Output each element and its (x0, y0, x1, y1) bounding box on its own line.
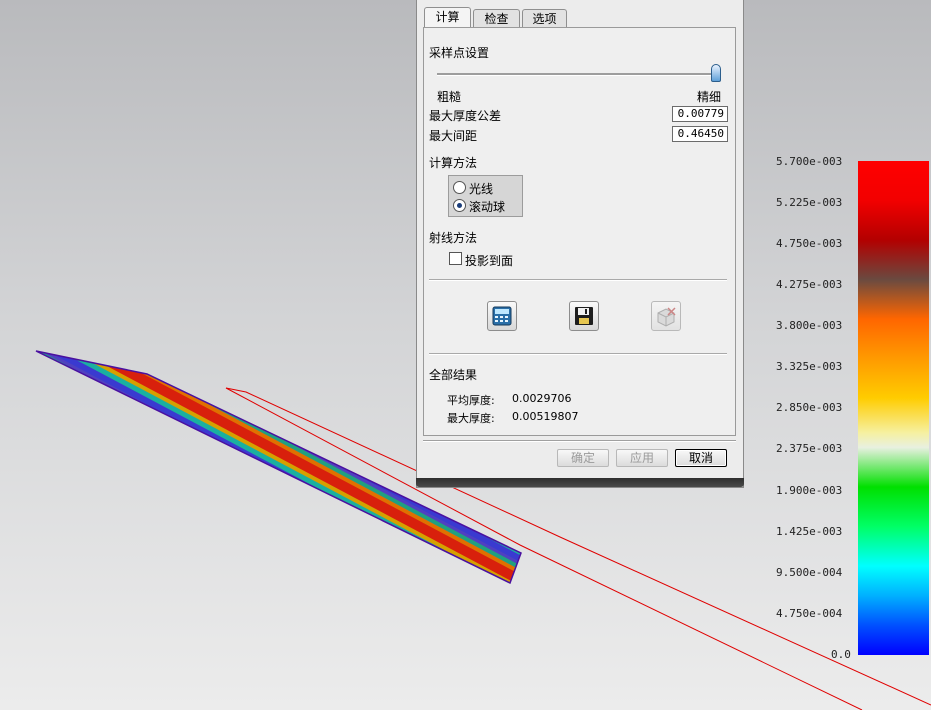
legend-label: 3.325e-003 (776, 360, 843, 373)
results-section-title: 全部结果 (429, 368, 478, 382)
delete-results-button[interactable] (651, 301, 681, 331)
tab-calculate[interactable]: 计算 (424, 7, 471, 28)
fine-label: 精细 (697, 90, 722, 104)
radio-rolling-ball[interactable] (453, 199, 466, 212)
sampling-slider[interactable] (437, 73, 717, 76)
legend-label: 1.425e-003 (776, 525, 843, 538)
max-spacing-label: 最大间距 (429, 129, 478, 143)
divider (429, 353, 727, 355)
calculator-icon (492, 306, 512, 326)
project-to-face-label[interactable]: 投影到面 (465, 252, 513, 269)
radio-rolling-ball-label[interactable]: 滚动球 (469, 198, 505, 215)
dialog-bottom-edge (416, 478, 744, 487)
legend-label: 1.900e-003 (776, 484, 843, 497)
legend-label: 0.0 (831, 648, 851, 661)
average-thickness-value: 0.0029706 (512, 392, 572, 405)
legend-label: 2.375e-003 (776, 442, 843, 455)
divider (429, 279, 727, 281)
tab-check[interactable]: 检查 (473, 9, 520, 28)
radio-ray[interactable] (453, 181, 466, 194)
save-button[interactable] (569, 301, 599, 331)
legend-label: 3.800e-003 (776, 319, 843, 332)
legend-label: 4.750e-004 (776, 607, 843, 620)
average-thickness-label: 平均厚度: (447, 394, 495, 407)
sampling-slider-handle[interactable] (711, 64, 721, 82)
tab-options[interactable]: 选项 (522, 9, 567, 28)
calculate-button[interactable] (487, 301, 517, 331)
cancel-button[interactable]: 取消 (675, 449, 727, 467)
legend-label: 9.500e-004 (776, 566, 843, 579)
delete-icon (657, 307, 676, 327)
ok-button[interactable]: 确定 (557, 449, 609, 467)
legend-label: 5.225e-003 (776, 196, 843, 209)
legend-label: 4.750e-003 (776, 237, 843, 250)
save-icon (575, 307, 593, 325)
legend-color-bar (858, 161, 929, 655)
max-spacing-field[interactable]: 0.46450 (672, 126, 728, 142)
max-thickness-tolerance-label: 最大厚度公差 (429, 109, 502, 123)
calculate-panel: 采样点设置 粗糙 精细 最大厚度公差 0.00779 最大间距 0.46450 … (423, 27, 736, 436)
legend-label: 5.700e-003 (776, 155, 843, 168)
legend-label: 2.850e-003 (776, 401, 843, 414)
radio-ray-label[interactable]: 光线 (469, 180, 493, 197)
method-radio-group: 光线 滚动球 (448, 175, 523, 217)
max-thickness-value: 0.00519807 (512, 410, 579, 423)
apply-button[interactable]: 应用 (616, 449, 668, 467)
legend-label: 4.275e-003 (776, 278, 843, 291)
ray-section-title: 射线方法 (429, 231, 478, 245)
project-to-face-checkbox[interactable] (449, 252, 462, 265)
coarse-label: 粗糙 (437, 90, 462, 104)
sampling-section-title: 采样点设置 (429, 46, 490, 60)
max-thickness-label: 最大厚度: (447, 412, 495, 425)
thickness-analysis-dialog: 计算 检查 选项 采样点设置 粗糙 精细 最大厚度公差 0.00779 最大间距… (416, 0, 744, 488)
method-section-title: 计算方法 (429, 156, 478, 170)
max-thickness-tolerance-field[interactable]: 0.00779 (672, 106, 728, 122)
button-bar-divider (423, 440, 736, 442)
